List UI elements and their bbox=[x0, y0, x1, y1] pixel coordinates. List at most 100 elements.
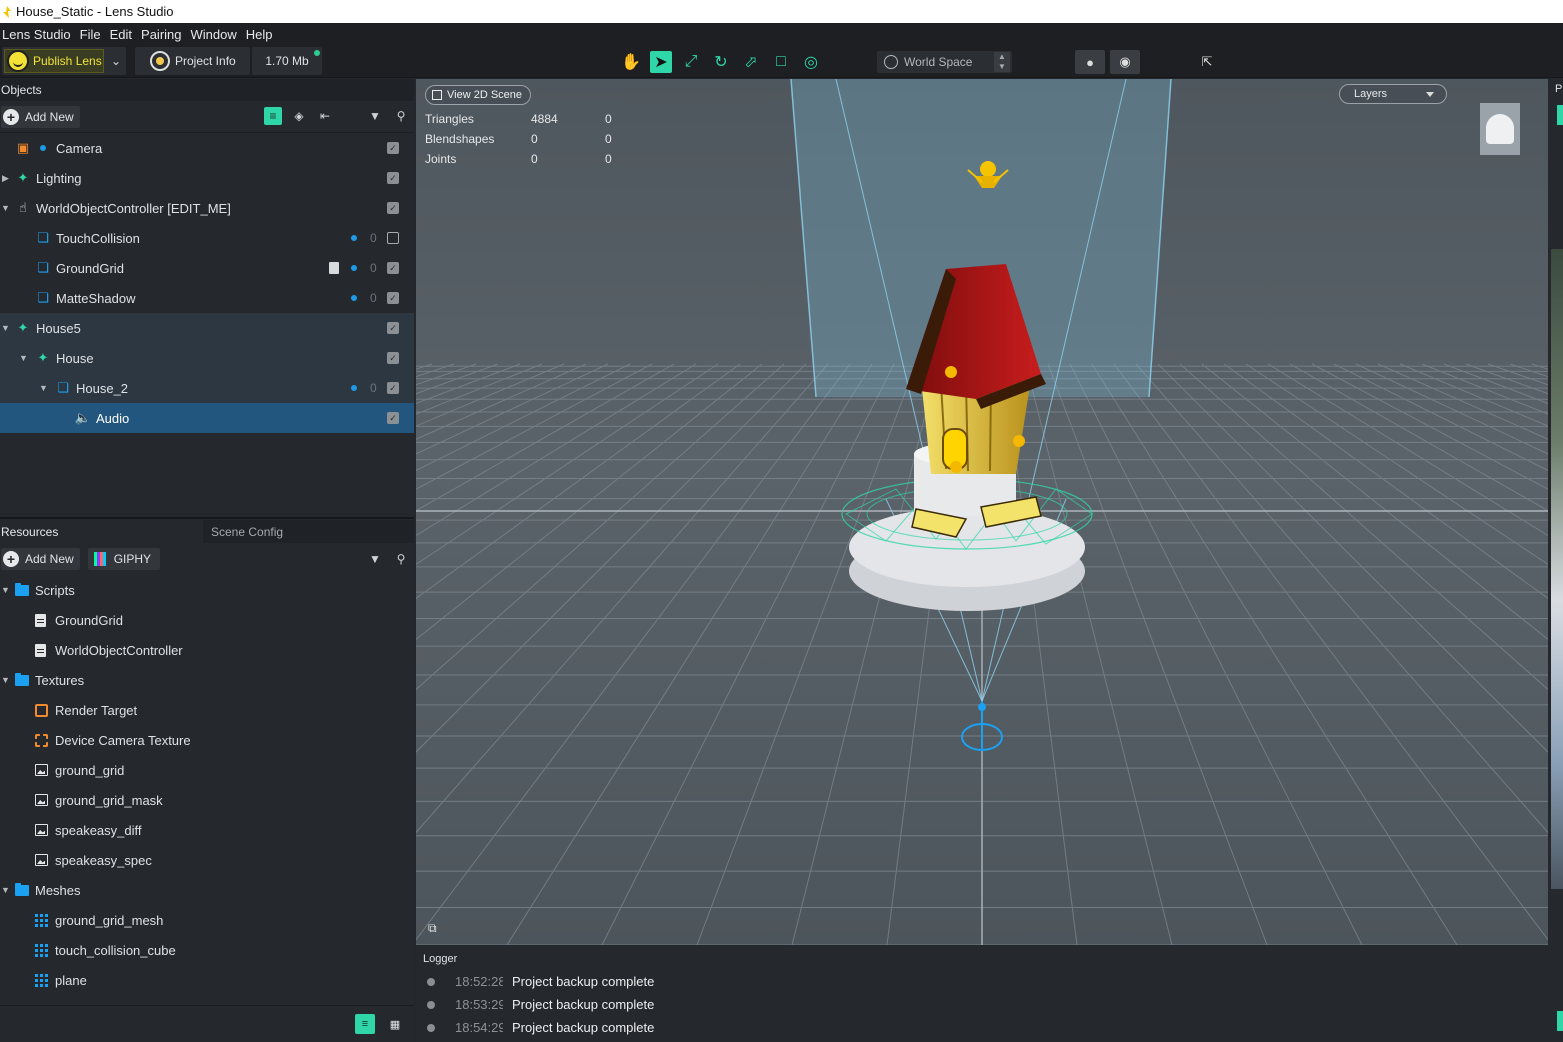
visibility-checkbox[interactable]: ✓ bbox=[387, 202, 399, 214]
preview-pairing-icon[interactable]: ● bbox=[1075, 50, 1105, 74]
preview-panel-label: P bbox=[1555, 83, 1563, 95]
menu-pairing[interactable]: Pairing bbox=[139, 27, 188, 42]
giphy-button[interactable]: GIPHY bbox=[87, 548, 161, 570]
snapchat-preview-button[interactable] bbox=[1480, 103, 1520, 155]
project-info-button[interactable]: Project Info bbox=[135, 47, 250, 75]
collapse-arrow-icon[interactable]: ▼ bbox=[19, 353, 28, 363]
rotate-tool-icon[interactable]: ↻ bbox=[710, 51, 732, 73]
project-info-icon bbox=[150, 51, 170, 71]
visibility-checkbox[interactable]: ✓ bbox=[387, 142, 399, 154]
collapse-arrow-icon[interactable]: ▼ bbox=[1, 203, 10, 213]
log-time: 18:53:29 bbox=[455, 997, 503, 1012]
folder-icon bbox=[15, 672, 29, 686]
focus-tool-icon[interactable]: ◎ bbox=[800, 51, 822, 73]
menu-window[interactable]: Window bbox=[189, 27, 244, 42]
tab-scene-config[interactable]: Scene Config bbox=[203, 520, 414, 543]
log-entry[interactable]: 18:52:28 Project backup complete bbox=[416, 970, 1548, 993]
filter-icon[interactable]: ▼ bbox=[366, 107, 384, 125]
tree-row-house5[interactable]: ▼ ✦ House5 ✓ bbox=[0, 313, 414, 343]
publish-dropdown-chevron-icon[interactable]: ⌄ bbox=[106, 49, 126, 73]
resource-item[interactable]: ground_grid bbox=[0, 755, 414, 785]
resource-label: WorldObjectController bbox=[55, 642, 183, 658]
visibility-checkbox[interactable]: ✓ bbox=[387, 322, 399, 334]
tree-row-house-2[interactable]: ▼ ❏ House_2 0 ✓ bbox=[0, 373, 414, 403]
tree-row-house[interactable]: ▼ ✦ House ✓ bbox=[0, 343, 414, 373]
log-time: 18:52:28 bbox=[455, 974, 503, 989]
visibility-checkbox[interactable]: ✓ bbox=[387, 292, 399, 304]
layers-dropdown[interactable]: Layers bbox=[1339, 84, 1447, 104]
filter-icon[interactable]: ▼ bbox=[366, 550, 384, 568]
menu-lens-studio[interactable]: Lens Studio bbox=[0, 27, 78, 42]
scale-tool-icon[interactable]: ⬀ bbox=[740, 51, 762, 73]
visibility-checkbox[interactable] bbox=[387, 232, 399, 244]
expand-arrow-icon[interactable]: ▶ bbox=[2, 173, 9, 184]
panel-splitter[interactable] bbox=[0, 517, 414, 519]
scene-canvas[interactable] bbox=[416, 79, 1548, 945]
resource-folder-textures[interactable]: ▼ Textures bbox=[0, 665, 414, 695]
collapse-arrow-icon[interactable]: ▼ bbox=[39, 383, 48, 393]
resource-item[interactable]: ground_grid_mesh bbox=[0, 905, 414, 935]
objects-add-new-button[interactable]: + Add New bbox=[1, 105, 80, 128]
log-bullet-icon bbox=[427, 1000, 435, 1009]
log-entry[interactable]: 18:54:29 Project backup complete bbox=[416, 1016, 1548, 1039]
menu-edit[interactable]: Edit bbox=[108, 27, 139, 42]
grid-view-icon[interactable]: ▦ bbox=[385, 1014, 405, 1034]
resource-item[interactable]: Device Camera Texture bbox=[0, 725, 414, 755]
menu-file[interactable]: File bbox=[78, 27, 108, 42]
log-entry[interactable]: 18:53:29 Project backup complete bbox=[416, 993, 1548, 1016]
space-select-arrows-icon[interactable]: ▲ ▼ bbox=[994, 52, 1010, 72]
scene-stats: Triangles 4884 0 Blendshapes 0 0 Joints … bbox=[425, 112, 625, 172]
resource-item[interactable]: WorldObjectController bbox=[0, 635, 414, 665]
publish-lens-button[interactable]: Publish Lens bbox=[4, 49, 104, 73]
hierarchy-view-icon[interactable]: ≡ bbox=[264, 107, 282, 125]
search-icon[interactable]: ⚲ bbox=[392, 550, 410, 568]
tree-row-touch-collision[interactable]: ❏ TouchCollision 0 bbox=[0, 223, 414, 253]
preview-device-icon[interactable]: ◉ bbox=[1110, 50, 1140, 74]
tab-resources[interactable]: Resources bbox=[0, 520, 203, 543]
resource-folder-meshes[interactable]: ▼ Meshes bbox=[0, 875, 414, 905]
script-icon bbox=[35, 613, 46, 627]
publish-lens-group: Publish Lens ⌄ bbox=[2, 47, 126, 75]
resource-item[interactable]: plane bbox=[0, 965, 414, 995]
visibility-checkbox[interactable]: ✓ bbox=[387, 382, 399, 394]
tree-row-world-object-controller[interactable]: ▼ ☝ WorldObjectController [EDIT_ME] ✓ bbox=[0, 193, 414, 223]
tree-label: House_2 bbox=[76, 380, 129, 396]
resource-item[interactable]: speakeasy_spec bbox=[0, 845, 414, 875]
scene-viewport[interactable]: View 2D Scene Triangles 4884 0 Blendshap… bbox=[416, 79, 1548, 945]
resource-label: Render Target bbox=[55, 702, 138, 718]
collapse-arrow-icon[interactable]: ▼ bbox=[1, 885, 10, 895]
visibility-checkbox[interactable]: ✓ bbox=[387, 262, 399, 274]
resource-item[interactable]: ground_grid_mask bbox=[0, 785, 414, 815]
visibility-checkbox[interactable]: ✓ bbox=[387, 412, 399, 424]
move-tool-icon[interactable]: ⤢ bbox=[680, 51, 702, 73]
visibility-checkbox[interactable]: ✓ bbox=[387, 352, 399, 364]
tree-row-matte-shadow[interactable]: ❏ MatteShadow 0 ✓ bbox=[0, 283, 414, 313]
tree-row-lighting[interactable]: ▶ ✦ Lighting ✓ bbox=[0, 163, 414, 193]
collapse-arrow-icon[interactable]: ▼ bbox=[1, 675, 10, 685]
space-select[interactable]: World Space ▲ ▼ bbox=[877, 51, 1012, 73]
hand-tool-icon[interactable]: ✋ bbox=[620, 51, 642, 73]
resource-item[interactable]: speakeasy_diff bbox=[0, 815, 414, 845]
resources-add-new-button[interactable]: + Add New bbox=[1, 548, 80, 570]
tree-row-camera[interactable]: ▣ Camera ✓ bbox=[0, 133, 414, 163]
resource-item[interactable]: Render Target bbox=[0, 695, 414, 725]
resource-folder-scripts[interactable]: ▼ Scripts bbox=[0, 575, 414, 605]
search-icon[interactable]: ⚲ bbox=[392, 107, 410, 125]
rect-tool-icon[interactable]: □ bbox=[770, 51, 792, 73]
viewport-maximize-icon[interactable]: ⧉ bbox=[428, 921, 442, 935]
lens-size-button[interactable]: 1.70 Mb bbox=[252, 47, 322, 75]
collapse-arrow-icon[interactable]: ▼ bbox=[1, 323, 10, 333]
layers-view-icon[interactable]: ◈ bbox=[290, 107, 308, 125]
tree-row-ground-grid[interactable]: ❏ GroundGrid 0 ✓ bbox=[0, 253, 414, 283]
indent-view-icon[interactable]: ⇤ bbox=[316, 107, 334, 125]
resource-item[interactable]: touch_collision_cube bbox=[0, 935, 414, 965]
collapse-arrow-icon[interactable]: ▼ bbox=[1, 585, 10, 595]
menu-help[interactable]: Help bbox=[244, 27, 280, 42]
tree-row-audio[interactable]: 🔈 Audio ✓ bbox=[0, 403, 414, 433]
view-2d-scene-button[interactable]: View 2D Scene bbox=[425, 85, 531, 105]
list-view-icon[interactable]: ≡ bbox=[355, 1014, 375, 1034]
select-tool-icon[interactable]: ➤ bbox=[650, 51, 672, 73]
visibility-checkbox[interactable]: ✓ bbox=[387, 172, 399, 184]
resource-item[interactable]: GroundGrid bbox=[0, 605, 414, 635]
cursor-select-icon[interactable]: ⇱ bbox=[1192, 50, 1222, 74]
